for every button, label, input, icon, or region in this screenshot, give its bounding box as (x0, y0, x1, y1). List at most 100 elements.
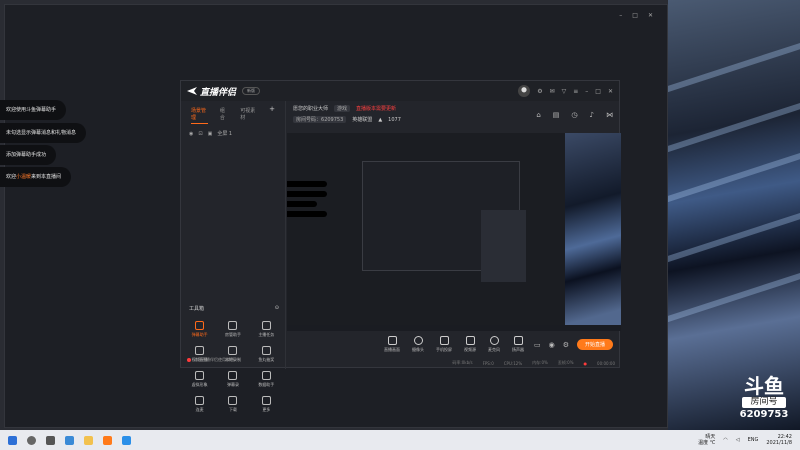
control-label: 麦克风 (488, 346, 500, 352)
live-controls: ▭ ◉ ⚙ 开始直播 (534, 339, 613, 350)
maximize-icon[interactable]: □ (632, 12, 638, 19)
weather[interactable]: 晴天 温度 ℃ (698, 434, 715, 446)
tool-data-helper[interactable]: 数据助手 (250, 371, 283, 388)
tool-co-host[interactable]: 连麦 (183, 396, 216, 413)
lock-icon[interactable]: ⊡ (198, 131, 202, 137)
more-tools-icon[interactable]: ⊙ (275, 305, 279, 312)
tool-download[interactable]: 下载 (216, 396, 249, 413)
stream-preview[interactable] (287, 133, 621, 331)
browser-icon[interactable] (122, 435, 131, 445)
video-icon (195, 346, 205, 355)
notification-suffix: 来到本直播间 (31, 174, 62, 180)
tool-danmu-helper[interactable]: 弹幕助手 (183, 321, 216, 338)
add-screen-button[interactable]: 直播画面 (384, 335, 400, 353)
gift-icon (261, 346, 271, 355)
skin-icon[interactable]: ▽ (562, 88, 567, 95)
tab-scene-management[interactable]: 场景管理 (191, 107, 208, 124)
companion-app-icon[interactable] (103, 435, 112, 445)
chat-notification: 未勾选显示弹幕消息和礼物消息 (0, 123, 87, 143)
tab-visual-assets[interactable]: 可视素材 (240, 107, 257, 124)
phone-icon (439, 335, 449, 345)
tool-room-admin[interactable]: 房管助手 (216, 321, 249, 338)
nested-preview-inner (481, 210, 526, 282)
frame-drop: 丢帧:0% (557, 360, 574, 365)
schedule-icon[interactable]: ◷ (571, 111, 577, 119)
message-icon[interactable]: ✉ (550, 88, 555, 95)
tool-label: 虚拟形象 (191, 382, 208, 387)
share-room-icon[interactable]: ⌂ (536, 111, 540, 119)
network-icon[interactable]: ◠ (723, 437, 727, 443)
add-video-button[interactable]: 视频源 (464, 335, 476, 353)
phone-cast-button[interactable]: 手机投屏 (436, 335, 452, 353)
share-icon[interactable]: ⋈ (606, 111, 613, 119)
clock[interactable]: 22:42 2021/11/8 (766, 434, 792, 446)
tool-label: 房管助手 (224, 332, 241, 337)
scene-item[interactable]: ◉ ⊡ ▣ 全屏 1 (181, 124, 285, 143)
menu-icon[interactable]: ≡ (573, 88, 578, 95)
tool-label: 更多 (262, 407, 271, 412)
app-header: 直播伴侣 新版 ⚙ ✉ ▽ ≡ – □ ✕ (181, 81, 619, 101)
add-camera-button[interactable]: 摄像头 (412, 335, 424, 353)
close-icon[interactable]: ✕ (648, 12, 653, 19)
record-video-icon[interactable]: ▭ (534, 341, 541, 349)
chat-notification: 欢迎小温暖来到本直播间 (0, 167, 72, 187)
room-tag[interactable]: 游戏 (334, 105, 351, 112)
live-timer: 00:00:00 (597, 360, 615, 366)
room-title[interactable]: 愿您的职业大师 (293, 105, 328, 112)
eye-icon[interactable]: ◉ (189, 131, 193, 137)
tool-danmu-record[interactable]: 弹幕录 (216, 371, 249, 388)
settings-icon[interactable]: ⚙ (563, 341, 569, 349)
preview-toggle-icon[interactable]: ◉ (549, 341, 555, 349)
sidebar-footer[interactable]: 斗鱼直播伴侣使用说明 (187, 357, 234, 363)
settings-icon[interactable]: ⚙ (537, 88, 542, 95)
tool-more[interactable]: 更多 (250, 396, 283, 413)
add-scene-button[interactable]: + (269, 106, 275, 124)
room-id-value: 6209753 (321, 117, 344, 123)
stats-icon[interactable]: ▤ (553, 111, 560, 119)
link-icon (195, 396, 205, 405)
footer-link[interactable]: 斗鱼直播伴侣使用说明 (194, 357, 234, 363)
microphone-button[interactable]: 麦克风 (488, 335, 500, 353)
update-warning[interactable]: 直播版本需要更新 (356, 105, 396, 112)
toolbox-title: 工具箱 (189, 306, 205, 312)
notification-text: 未勾选显示弹幕消息和礼物消息 (6, 130, 77, 136)
weather-sub: 温度 ℃ (698, 440, 716, 446)
brand-mark-icon (187, 87, 197, 95)
maximize-icon[interactable]: □ (595, 88, 601, 95)
search-icon[interactable] (27, 435, 36, 445)
streaming-companion-app: 直播伴侣 新版 ⚙ ✉ ▽ ≡ – □ ✕ 场景管理 组合 可视素材 + ◉ ⊡… (180, 80, 621, 412)
speaker-icon (513, 335, 523, 345)
minimize-icon[interactable]: – (619, 12, 622, 19)
toolbox-header: 工具箱 ⊙ (189, 305, 279, 312)
speaker-button[interactable]: 扬声器 (512, 335, 524, 353)
bell-icon[interactable]: ♪ (590, 111, 594, 119)
tool-streamer-task[interactable]: 主播任务 (250, 321, 283, 338)
close-icon[interactable]: ✕ (608, 88, 613, 95)
start-icon[interactable] (8, 435, 17, 445)
room-actions: ⌂ ▤ ◷ ♪ ⋈ (536, 111, 613, 119)
data-icon (261, 371, 271, 380)
avatar[interactable] (518, 85, 531, 97)
tool-avatar[interactable]: 虚拟形象 (183, 371, 216, 388)
task-view-icon[interactable] (46, 435, 55, 445)
douyu-badge: 斗鱼 房间号 6209753 (738, 376, 790, 420)
more-icon (261, 396, 271, 405)
mic-icon (489, 335, 499, 345)
language-indicator[interactable]: ENG (748, 437, 759, 443)
minimize-icon[interactable]: – (585, 88, 588, 95)
info-icon (187, 358, 191, 362)
viewer-count: 1077 (388, 116, 401, 123)
record-icon (228, 371, 238, 380)
tool-lottery[interactable]: 鱼丸抽奖 (250, 346, 283, 363)
brand-name: 直播伴侣 (200, 87, 237, 98)
version-badge[interactable]: 新版 (242, 87, 261, 95)
chat-notification: 欢迎使用斗鱼弹幕助手 (0, 100, 67, 120)
go-live-button[interactable]: 开始直播 (576, 339, 613, 350)
volume-icon[interactable]: ◁ (736, 437, 740, 443)
control-label: 手机投屏 (436, 346, 452, 352)
file-explorer-icon[interactable] (84, 435, 93, 445)
mini-notification (287, 211, 327, 217)
tool-label: 鱼丸抽奖 (258, 357, 275, 362)
widgets-icon[interactable] (65, 435, 74, 445)
tab-group[interactable]: 组合 (220, 107, 228, 124)
